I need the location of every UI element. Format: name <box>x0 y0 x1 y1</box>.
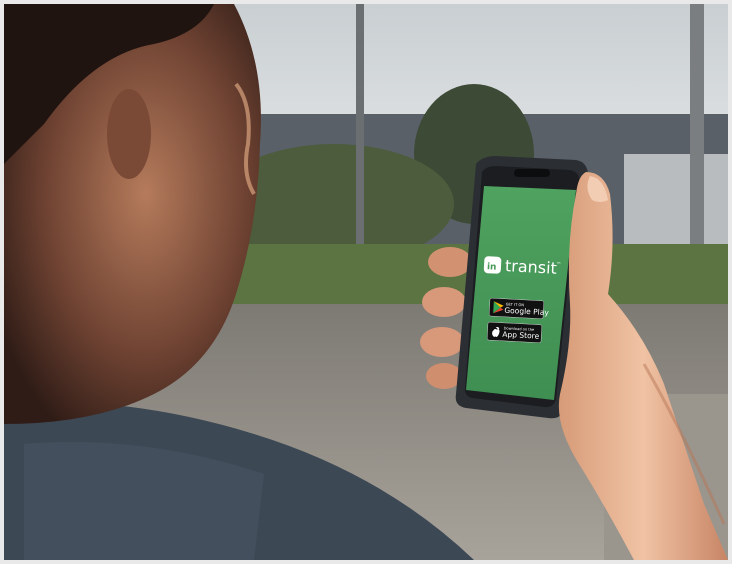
transit-trademark: ™ <box>556 262 561 268</box>
app-store-badge[interactable]: Download on the App Store <box>486 321 543 343</box>
transit-wordmark: transit <box>505 256 558 278</box>
phone-notch <box>514 169 550 177</box>
finger-4 <box>426 363 462 389</box>
photo-scene: in transit ™ GET IT ON Google Play Downl… <box>4 4 728 560</box>
finger-2 <box>422 287 466 317</box>
ear <box>107 89 151 179</box>
finger-1 <box>428 247 472 277</box>
finger-3 <box>420 327 464 357</box>
photo-frame: in transit ™ GET IT ON Google Play Downl… <box>4 4 728 560</box>
svg-text:in: in <box>487 262 497 272</box>
utility-pole <box>356 4 364 264</box>
google-play-badge[interactable]: GET IT ON Google Play <box>488 297 550 319</box>
